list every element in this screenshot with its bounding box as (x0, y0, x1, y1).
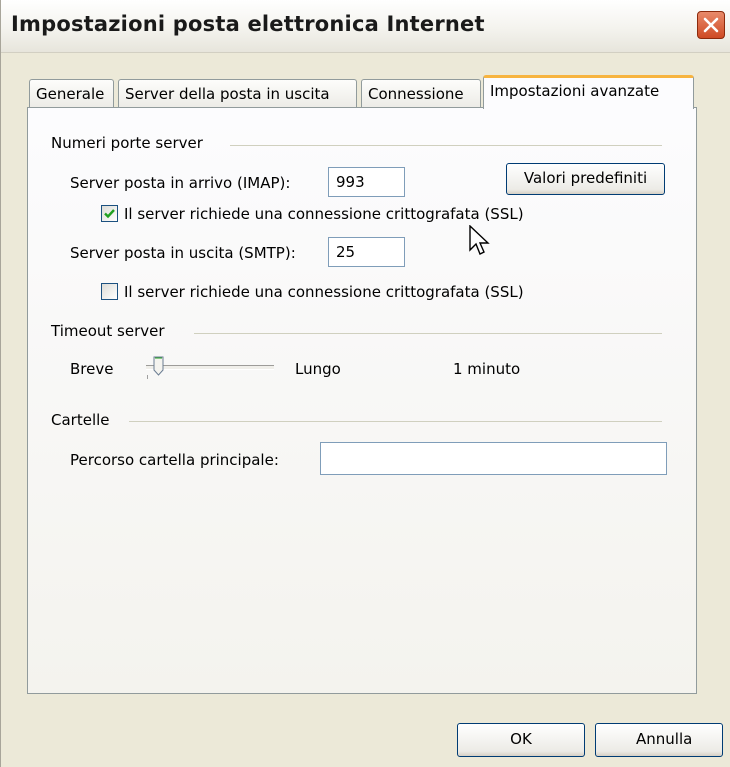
outgoing-ssl-checkbox[interactable] (101, 283, 118, 300)
timeout-long-label: Lungo (295, 360, 341, 378)
folders-group-label: Cartelle (51, 411, 110, 429)
slider-track (146, 365, 274, 370)
outgoing-ssl-label[interactable]: Il server richiede una connessione critt… (124, 283, 524, 301)
incoming-ssl-label[interactable]: Il server richiede una connessione critt… (124, 205, 524, 223)
window-title: Impostazioni posta elettronica Internet (11, 12, 485, 36)
ports-group-divider (230, 145, 662, 146)
title-bar[interactable]: Impostazioni posta elettronica Internet (1, 0, 730, 53)
tab-generale[interactable]: Generale (29, 79, 114, 108)
tab-label: Server della posta in uscita (125, 85, 330, 103)
close-button[interactable] (697, 11, 725, 39)
root-folder-path-label: Percorso cartella principale: (70, 451, 279, 469)
tab-connessione[interactable]: Connessione (361, 79, 481, 108)
tab-label: Generale (36, 85, 105, 103)
ok-button[interactable]: OK (457, 723, 585, 757)
tab-label: Impostazioni avanzate (490, 82, 660, 100)
tab-impostazioni-avanzate[interactable]: Impostazioni avanzate (483, 75, 694, 109)
timeout-group-label: Timeout server (51, 322, 165, 340)
incoming-port-input[interactable]: 993 (328, 167, 405, 197)
cancel-button[interactable]: Annulla (595, 723, 723, 757)
timeout-value: 1 minuto (453, 360, 521, 378)
timeout-short-label: Breve (70, 360, 114, 378)
dialog-window: Impostazioni posta elettronica Internet … (0, 0, 730, 767)
incoming-port-label: Server posta in arrivo (IMAP): (70, 174, 291, 192)
mouse-cursor-icon (469, 224, 491, 263)
ports-group-label: Numeri porte server (51, 134, 203, 152)
default-values-button[interactable]: Valori predefiniti (506, 163, 665, 195)
incoming-ssl-checkbox[interactable] (101, 205, 118, 222)
slider-thumb[interactable] (153, 356, 164, 376)
outgoing-port-input[interactable]: 25 (328, 237, 405, 267)
root-folder-path-input[interactable] (320, 442, 667, 475)
tab-server-posta-uscita[interactable]: Server della posta in uscita (118, 79, 357, 108)
tab-label: Connessione (368, 85, 464, 103)
slider-tick (147, 375, 148, 379)
timeout-slider[interactable] (141, 356, 276, 382)
outgoing-port-label: Server posta in uscita (SMTP): (70, 244, 296, 262)
folders-group-divider (129, 421, 662, 422)
timeout-group-divider (194, 333, 662, 334)
